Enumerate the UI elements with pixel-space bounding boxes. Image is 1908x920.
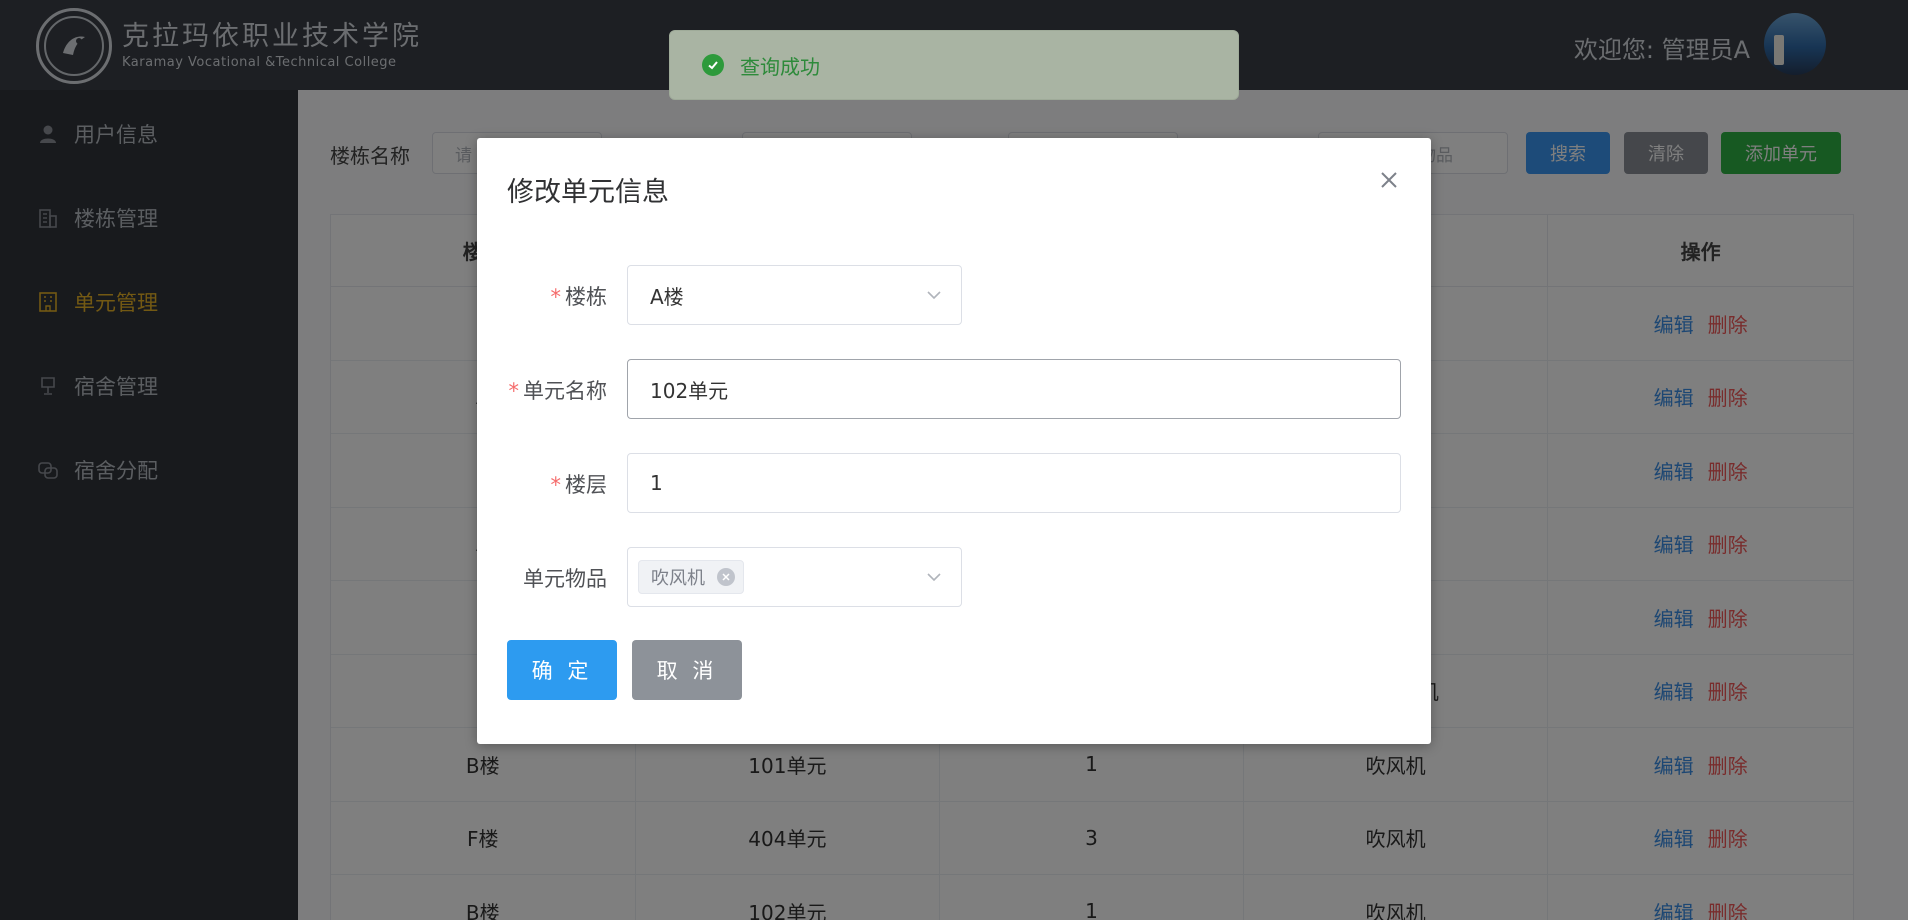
check-circle-icon: [702, 54, 724, 76]
tag-close-icon[interactable]: [717, 568, 735, 586]
edit-unit-dialog: 修改单元信息 * 楼栋 A楼 * 单元名称 102单元 * 楼层 1 单元物品 吹风机…: [477, 138, 1431, 744]
floor-field-label: * 楼层: [550, 473, 608, 497]
selected-item-tag: 吹风机: [638, 560, 744, 594]
confirm-button[interactable]: 确 定: [507, 640, 617, 700]
floor-field[interactable]: 1: [627, 453, 1401, 513]
success-toast: 查询成功: [669, 30, 1239, 100]
cancel-button[interactable]: 取 消: [632, 640, 742, 700]
unit-name-field-label: * 单元名称: [508, 379, 608, 403]
unit-items-select[interactable]: 吹风机: [627, 547, 962, 607]
toast-text: 查询成功: [740, 54, 820, 79]
dialog-title: 修改单元信息: [507, 177, 669, 208]
unit-name-field[interactable]: 102单元: [627, 359, 1401, 419]
close-icon[interactable]: [1377, 168, 1401, 192]
building-field-label: * 楼栋: [550, 285, 608, 309]
chevron-down-icon: [925, 286, 943, 304]
chevron-down-icon: [925, 568, 943, 586]
building-select[interactable]: A楼: [627, 265, 962, 325]
unit-items-field-label: 单元物品: [523, 567, 607, 591]
